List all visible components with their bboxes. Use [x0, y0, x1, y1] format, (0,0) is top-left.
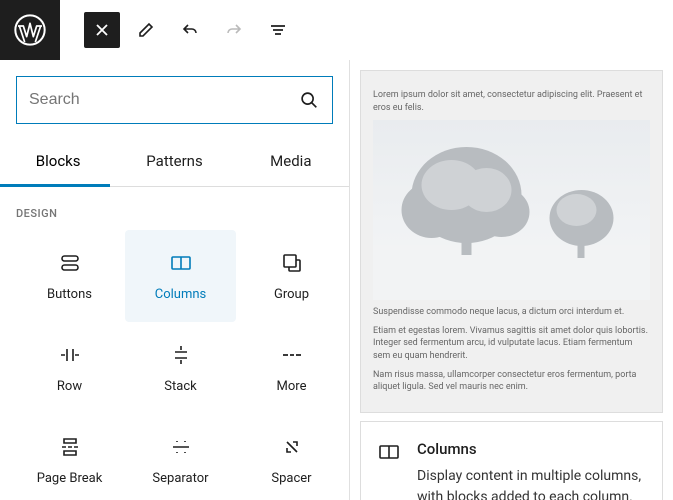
pencil-icon	[136, 20, 156, 40]
list-view-icon	[268, 20, 288, 40]
tab-patterns[interactable]: Patterns	[116, 140, 232, 186]
section-heading: Design	[14, 207, 347, 220]
preview-text: Suspendisse commodo neque lacus, a dictu…	[373, 306, 650, 319]
tab-media[interactable]: Media	[233, 140, 349, 186]
search-icon	[298, 89, 320, 111]
wordpress-icon	[14, 14, 46, 46]
block-item-page-break[interactable]: Page Break	[14, 414, 125, 500]
document-overview-button[interactable]	[260, 12, 296, 48]
search-field[interactable]	[16, 76, 333, 124]
tab-blocks[interactable]: Blocks	[0, 140, 116, 186]
redo-button	[216, 12, 252, 48]
editor-canvas: Lorem ipsum dolor sit amet, consectetur …	[350, 60, 673, 500]
preview-image	[373, 120, 650, 300]
spacer-icon	[280, 435, 304, 459]
columns-icon	[169, 251, 193, 275]
search-input[interactable]	[29, 91, 298, 109]
blocks-list: Design Buttons Columns Group	[0, 187, 349, 500]
close-icon	[92, 20, 112, 40]
more-icon	[280, 343, 304, 367]
separator-icon	[169, 435, 193, 459]
block-item-row[interactable]: Row	[14, 322, 125, 414]
block-info-description: Display content in multiple columns, wit…	[417, 466, 646, 500]
stack-icon	[169, 343, 193, 367]
group-icon	[280, 251, 304, 275]
inserter-tabs: Blocks Patterns Media	[0, 140, 349, 187]
redo-icon	[224, 20, 244, 40]
edit-tool-button[interactable]	[128, 12, 164, 48]
block-item-spacer[interactable]: Spacer	[236, 414, 347, 500]
block-preview: Lorem ipsum dolor sit amet, consectetur …	[360, 70, 663, 413]
undo-icon	[180, 20, 200, 40]
block-item-stack[interactable]: Stack	[125, 322, 236, 414]
undo-button[interactable]	[172, 12, 208, 48]
page-break-icon	[58, 435, 82, 459]
top-toolbar	[0, 0, 673, 60]
block-item-buttons[interactable]: Buttons	[14, 230, 125, 322]
buttons-icon	[58, 251, 82, 275]
preview-text: Lorem ipsum dolor sit amet, consectetur …	[373, 89, 650, 114]
block-info-title: Columns	[417, 440, 646, 458]
row-icon	[58, 343, 82, 367]
block-inserter-panel: Blocks Patterns Media Design Buttons Col…	[0, 60, 350, 500]
block-item-group[interactable]: Group	[236, 230, 347, 322]
wordpress-logo[interactable]	[0, 0, 60, 60]
close-inserter-button[interactable]	[84, 12, 120, 48]
preview-text: Etiam et egestas lorem. Vivamus sagittis…	[373, 325, 650, 363]
preview-text: Nam risus massa, ullamcorper consectetur…	[373, 369, 650, 394]
block-item-more[interactable]: More	[236, 322, 347, 414]
block-info-card: Columns Display content in multiple colu…	[360, 421, 663, 500]
block-item-separator[interactable]: Separator	[125, 414, 236, 500]
block-item-columns[interactable]: Columns	[125, 230, 236, 322]
columns-icon	[377, 440, 401, 464]
